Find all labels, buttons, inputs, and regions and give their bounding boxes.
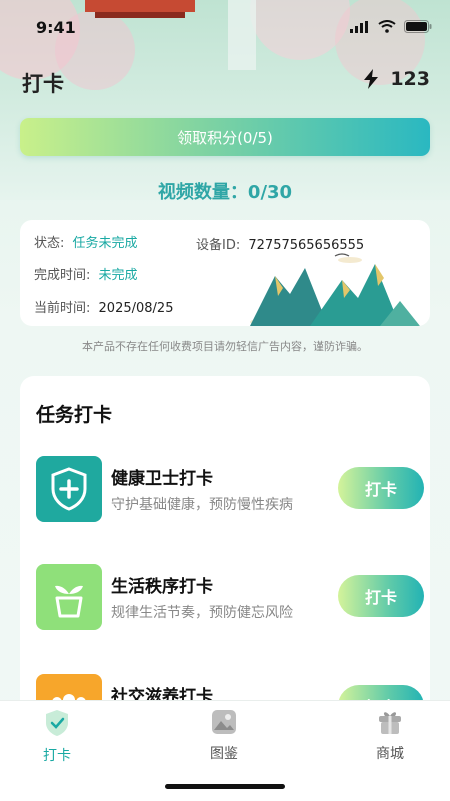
gift-box-icon	[379, 712, 401, 734]
current-time-row: 当前时间: 2025/08/25	[34, 297, 173, 316]
status-value: 任务未完成	[72, 236, 138, 251]
device-id-row: 设备ID: 72757565656555	[196, 234, 364, 253]
wifi-icon	[378, 20, 396, 33]
complete-time-value: 未完成	[98, 268, 138, 283]
status-icons	[350, 20, 432, 33]
complete-time-label: 完成时间:	[34, 268, 91, 283]
energy-value: 123	[390, 68, 430, 90]
task-item-health: 健康卫士打卡 守护基础健康，预防慢性疾病 打卡	[36, 456, 424, 522]
anti-fraud-disclaimer: 本产品不存在任何收费项目请勿轻信广告内容，谨防诈骗。	[82, 340, 368, 353]
tab-checkin[interactable]: 打卡	[17, 709, 97, 765]
tab-shop[interactable]: 商城	[350, 709, 430, 763]
status-label: 状态:	[34, 236, 65, 251]
task-section-title: 任务打卡	[36, 404, 113, 426]
status-row: 状态: 任务未完成	[34, 232, 138, 251]
current-time-label: 当前时间:	[34, 301, 91, 316]
tab-label: 商城	[376, 746, 404, 762]
current-time-value: 2025/08/25	[98, 301, 174, 316]
task-name: 生活秩序打卡	[111, 577, 213, 597]
task-name: 健康卫士打卡	[111, 469, 213, 489]
checkin-button-health[interactable]: 打卡	[338, 467, 424, 509]
energy-counter[interactable]: 123	[362, 68, 430, 90]
tab-label: 图鉴	[210, 746, 238, 762]
claim-points-button[interactable]: 领取积分(0/5)	[20, 118, 430, 156]
checkin-shield-icon	[46, 710, 68, 736]
task-desc: 守护基础健康，预防慢性疾病	[111, 497, 293, 513]
task-desc: 规律生活节奏，预防健忘风险	[111, 605, 293, 621]
battery-icon	[404, 20, 432, 33]
page-title: 打卡	[22, 72, 64, 96]
tab-label: 打卡	[43, 748, 71, 764]
device-info-card: 状态: 任务未完成 设备ID: 72757565656555 完成时间: 未完成…	[20, 220, 430, 326]
picture-book-icon	[212, 710, 236, 734]
checkin-button-life[interactable]: 打卡	[338, 575, 424, 617]
mountain-art	[250, 253, 420, 326]
status-time: 9:41	[36, 18, 76, 37]
task-item-life: 生活秩序打卡 规律生活节奏，预防健忘风险 打卡	[36, 564, 424, 630]
signal-icon	[350, 20, 368, 33]
video-count: 视频数量：0/30	[157, 182, 293, 203]
task-card: 任务打卡 健康卫士打卡 守护基础健康，预防慢性疾病 打卡 生活秩序打卡 规律生活…	[20, 376, 430, 736]
complete-time-row: 完成时间: 未完成	[34, 264, 138, 283]
plant-pot-icon	[36, 564, 102, 630]
home-indicator	[165, 784, 285, 789]
shield-plus-icon	[36, 456, 102, 522]
device-id-value: 72757565656555	[248, 238, 365, 253]
device-id-label: 设备ID:	[196, 238, 241, 253]
lightning-icon	[364, 69, 379, 89]
tab-picture-book[interactable]: 图鉴	[184, 709, 264, 763]
